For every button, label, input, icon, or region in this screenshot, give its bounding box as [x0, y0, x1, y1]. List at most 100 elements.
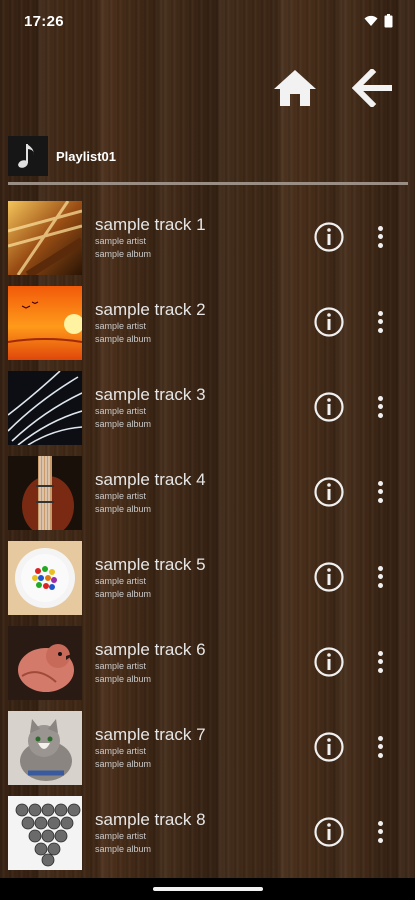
info-button[interactable]	[313, 646, 345, 678]
track-row[interactable]: sample track 2 sample artist sample albu…	[0, 282, 415, 367]
track-album: sample album	[95, 419, 152, 429]
info-icon	[314, 817, 344, 847]
more-vert-icon	[377, 820, 383, 826]
more-vert-dot	[377, 574, 383, 580]
track-album: sample album	[95, 334, 152, 344]
track-info: sample track 1 sample artist sample albu…	[95, 215, 206, 261]
wifi-icon	[364, 15, 378, 26]
more-vert-dot	[377, 583, 383, 589]
track-title: sample track 2	[95, 300, 206, 319]
track-artist: sample artist	[95, 576, 147, 586]
more-vert-dot	[377, 744, 383, 750]
info-button[interactable]	[313, 476, 345, 508]
track-artist: sample artist	[95, 236, 147, 246]
info-icon	[314, 392, 344, 422]
track-info: sample track 6 sample artist sample albu…	[95, 640, 206, 686]
more-options-button[interactable]	[368, 306, 392, 338]
more-vert-dot	[377, 659, 383, 665]
more-vert-dot	[377, 404, 383, 410]
album-art	[8, 201, 82, 275]
track-info: sample track 5 sample artist sample albu…	[95, 555, 206, 601]
track-album: sample album	[95, 759, 152, 769]
track-album: sample album	[95, 674, 152, 684]
status-icons	[364, 14, 393, 28]
more-vert-icon	[377, 310, 383, 316]
track-album: sample album	[95, 589, 152, 599]
more-options-button[interactable]	[368, 476, 392, 508]
track-title: sample track 8	[95, 810, 206, 829]
info-icon	[314, 222, 344, 252]
track-title: sample track 3	[95, 385, 206, 404]
home-button[interactable]	[271, 64, 319, 112]
track-title: sample track 1	[95, 215, 206, 234]
info-icon	[314, 732, 344, 762]
album-art	[8, 626, 82, 700]
more-vert-dot	[377, 489, 383, 495]
more-options-button[interactable]	[368, 221, 392, 253]
more-vert-dot	[377, 328, 383, 334]
more-vert-dot	[377, 753, 383, 759]
more-vert-dot	[377, 243, 383, 249]
album-art	[8, 796, 82, 870]
more-options-button[interactable]	[368, 391, 392, 423]
track-album: sample album	[95, 844, 152, 854]
track-artist: sample artist	[95, 831, 147, 841]
track-row[interactable]: sample track 6 sample artist sample albu…	[0, 622, 415, 707]
more-vert-dot	[377, 838, 383, 844]
track-info: sample track 8 sample artist sample albu…	[95, 810, 206, 856]
status-bar: 17:26	[0, 0, 415, 42]
track-info: sample track 7 sample artist sample albu…	[95, 725, 206, 771]
track-artist: sample artist	[95, 661, 147, 671]
info-button[interactable]	[313, 221, 345, 253]
more-options-button[interactable]	[368, 731, 392, 763]
track-title: sample track 5	[95, 555, 206, 574]
navigation-bar	[0, 878, 415, 900]
track-row[interactable]: sample track 5 sample artist sample albu…	[0, 537, 415, 622]
track-row[interactable]: sample track 8 sample artist sample albu…	[0, 792, 415, 877]
track-title: sample track 6	[95, 640, 206, 659]
info-button[interactable]	[313, 731, 345, 763]
album-art	[8, 286, 82, 360]
divider	[8, 182, 408, 185]
track-artist: sample artist	[95, 746, 147, 756]
info-button[interactable]	[313, 561, 345, 593]
more-vert-dot	[377, 319, 383, 325]
more-vert-dot	[377, 668, 383, 674]
more-options-button[interactable]	[368, 816, 392, 848]
arrow-back-icon	[352, 69, 392, 107]
track-artist: sample artist	[95, 321, 147, 331]
album-art	[8, 541, 82, 615]
track-info: sample track 2 sample artist sample albu…	[95, 300, 206, 346]
track-artist: sample artist	[95, 491, 147, 501]
playlist-thumbnail	[8, 136, 48, 176]
more-vert-dot	[377, 234, 383, 240]
track-title: sample track 7	[95, 725, 206, 744]
more-vert-dot	[377, 498, 383, 504]
track-row[interactable]: sample track 4 sample artist sample albu…	[0, 452, 415, 537]
info-button[interactable]	[313, 391, 345, 423]
more-vert-icon	[377, 650, 383, 656]
track-title: sample track 4	[95, 470, 206, 489]
more-vert-dot	[377, 413, 383, 419]
back-button[interactable]	[349, 64, 397, 112]
playlist-header[interactable]: Playlist01	[8, 135, 408, 177]
info-button[interactable]	[313, 306, 345, 338]
track-row[interactable]: sample track 1 sample artist sample albu…	[0, 197, 415, 282]
more-options-button[interactable]	[368, 561, 392, 593]
playlist-name: Playlist01	[56, 148, 116, 164]
status-time: 17:26	[24, 12, 64, 30]
home-icon	[274, 70, 316, 106]
album-art	[8, 371, 82, 445]
more-options-button[interactable]	[368, 646, 392, 678]
album-art	[8, 711, 82, 785]
info-button[interactable]	[313, 816, 345, 848]
more-vert-icon	[377, 225, 383, 231]
battery-icon	[384, 14, 393, 28]
more-vert-icon	[377, 565, 383, 571]
track-list: sample track 1 sample artist sample albu…	[0, 197, 415, 877]
more-vert-dot	[377, 829, 383, 835]
track-info: sample track 4 sample artist sample albu…	[95, 470, 206, 516]
track-row[interactable]: sample track 7 sample artist sample albu…	[0, 707, 415, 792]
track-row[interactable]: sample track 3 sample artist sample albu…	[0, 367, 415, 452]
gesture-handle[interactable]	[153, 887, 263, 891]
